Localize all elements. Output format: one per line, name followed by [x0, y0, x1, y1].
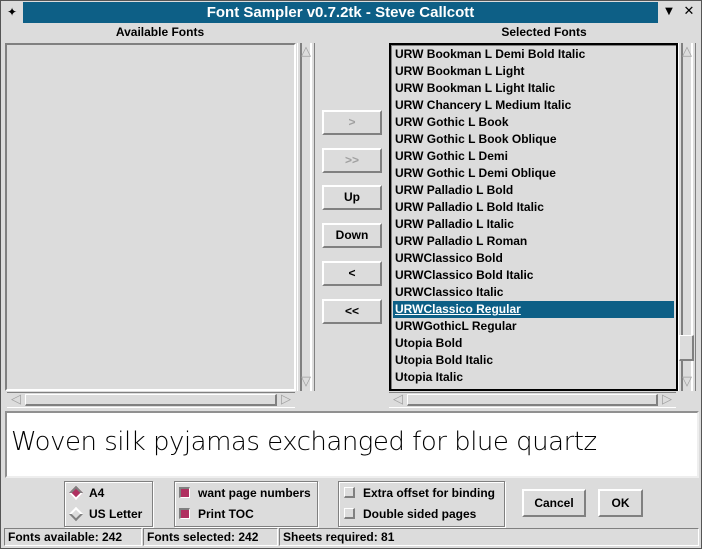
paper-a4-radio[interactable]: A4	[67, 484, 104, 502]
font-list-item[interactable]: URW Bookman L Light	[393, 63, 674, 80]
add-font-button[interactable]: >	[322, 110, 382, 135]
checkbox-indicator-icon	[344, 508, 355, 519]
font-list-item-selected[interactable]: URWClassico Regular	[393, 301, 674, 318]
paper-us-letter-radio[interactable]: US Letter	[67, 505, 142, 523]
preview-text: Woven silk pyjamas exchanged for blue qu…	[11, 427, 597, 457]
selected-horizontal-scrollbar[interactable]: ◁ ▷	[389, 392, 676, 408]
title-bar[interactable]: ✦ Font Sampler v0.7.2tk - Steve Callcott…	[1, 1, 701, 24]
scroll-right-arrow-icon[interactable]: ▷	[660, 393, 674, 407]
binding-options-group: Extra offset for binding Double sided pa…	[338, 481, 505, 527]
double-sided-checkbox[interactable]: Double sided pages	[342, 505, 476, 523]
font-list-item[interactable]: URW Palladio L Italic	[393, 216, 674, 233]
cancel-button[interactable]: Cancel	[522, 489, 586, 517]
font-list-item[interactable]: Utopia Bold	[393, 335, 674, 352]
horizontal-scroll-thumb[interactable]	[407, 394, 658, 406]
pin-icon[interactable]: ✦	[5, 4, 19, 20]
font-list-item[interactable]: URW Bookman L Light Italic	[393, 80, 674, 97]
font-preview-pane: Woven silk pyjamas exchanged for blue qu…	[5, 411, 699, 478]
scroll-left-arrow-icon[interactable]: ◁	[391, 393, 405, 407]
scroll-down-arrow-icon[interactable]: ▽	[680, 375, 694, 389]
font-list-item[interactable]: URW Gothic L Demi Oblique	[393, 165, 674, 182]
available-fonts-list[interactable]	[5, 43, 296, 391]
font-list-item[interactable]: URWGothicL Regular	[393, 318, 674, 335]
status-fonts-available: Fonts available: 242	[4, 528, 142, 546]
status-sheets-required: Sheets required: 81	[279, 528, 699, 546]
radio-indicator-icon	[68, 506, 84, 522]
font-list-item[interactable]: URW Palladio L Roman	[393, 233, 674, 250]
paper-a4-label: A4	[89, 486, 105, 500]
available-vertical-scrollbar[interactable]: △ ▽	[297, 43, 315, 391]
font-list-item[interactable]: Utopia Italic	[393, 369, 674, 386]
radio-indicator-icon	[68, 485, 84, 501]
print-toc-label: Print TOC	[198, 507, 254, 521]
move-down-button[interactable]: Down	[322, 223, 382, 248]
font-list-item[interactable]: URWClassico Italic	[393, 284, 674, 301]
double-sided-label: Double sided pages	[363, 507, 477, 521]
available-fonts-label: Available Fonts	[115, 25, 205, 39]
ok-button[interactable]: OK	[598, 489, 643, 517]
window-title: Font Sampler v0.7.2tk - Steve Callcott	[23, 2, 658, 23]
font-list-item[interactable]: URW Gothic L Demi	[393, 148, 674, 165]
font-list-item[interactable]: URW Gothic L Book	[393, 114, 674, 131]
print-toc-checkbox[interactable]: Print TOC	[177, 505, 254, 523]
available-horizontal-scrollbar[interactable]: ◁ ▷	[7, 392, 295, 408]
font-list-item[interactable]: URW Gothic L Book Oblique	[393, 131, 674, 148]
extra-offset-checkbox[interactable]: Extra offset for binding	[342, 484, 495, 502]
selected-fonts-list[interactable]: URW Bookman L Demi Bold Italic URW Bookma…	[389, 43, 678, 391]
checkbox-indicator-icon	[344, 487, 355, 498]
move-up-button[interactable]: Up	[322, 185, 382, 210]
checkbox-indicator-icon	[179, 487, 190, 498]
font-list-item[interactable]: URW Palladio L Bold	[393, 182, 674, 199]
close-icon[interactable]: ✕	[681, 4, 697, 20]
scroll-up-arrow-icon[interactable]: △	[299, 45, 313, 59]
paper-us-letter-label: US Letter	[89, 507, 143, 521]
add-all-fonts-button[interactable]: >>	[322, 148, 382, 173]
page-numbers-label: want page numbers	[198, 486, 311, 500]
horizontal-scroll-thumb[interactable]	[25, 394, 277, 406]
selected-fonts-label: Selected Fonts	[501, 25, 587, 39]
remove-all-fonts-button[interactable]: <<	[322, 299, 382, 324]
vertical-scroll-thumb[interactable]	[679, 334, 694, 361]
checkbox-indicator-icon	[179, 508, 190, 519]
scroll-right-arrow-icon[interactable]: ▷	[279, 393, 293, 407]
scroll-up-arrow-icon[interactable]: △	[680, 45, 694, 59]
font-list-item[interactable]: URW Chancery L Medium Italic	[393, 97, 674, 114]
font-list-item[interactable]: URW Palladio L Bold Italic	[393, 199, 674, 216]
font-list-item[interactable]: URWClassico Bold	[393, 250, 674, 267]
scroll-down-arrow-icon[interactable]: ▽	[299, 375, 313, 389]
status-fonts-selected: Fonts selected: 242	[143, 528, 278, 546]
font-list-item[interactable]: URWClassico Bold Italic	[393, 267, 674, 284]
remove-font-button[interactable]: <	[322, 261, 382, 286]
selected-fonts-items: URW Bookman L Demi Bold Italic URW Bookma…	[393, 46, 674, 386]
selected-vertical-scrollbar[interactable]: △ ▽	[678, 43, 696, 391]
paper-size-group: A4 US Letter	[64, 481, 153, 527]
scroll-left-arrow-icon[interactable]: ◁	[9, 393, 23, 407]
page-numbers-checkbox[interactable]: want page numbers	[177, 484, 311, 502]
window-menu-icon[interactable]: ▼	[661, 4, 677, 20]
font-sampler-window: ✦ Font Sampler v0.7.2tk - Steve Callcott…	[0, 0, 702, 549]
font-list-item[interactable]: Utopia Bold Italic	[393, 352, 674, 369]
font-list-item[interactable]: URW Bookman L Demi Bold Italic	[393, 46, 674, 63]
extra-offset-label: Extra offset for binding	[363, 486, 495, 500]
print-options-group: want page numbers Print TOC	[174, 481, 318, 527]
